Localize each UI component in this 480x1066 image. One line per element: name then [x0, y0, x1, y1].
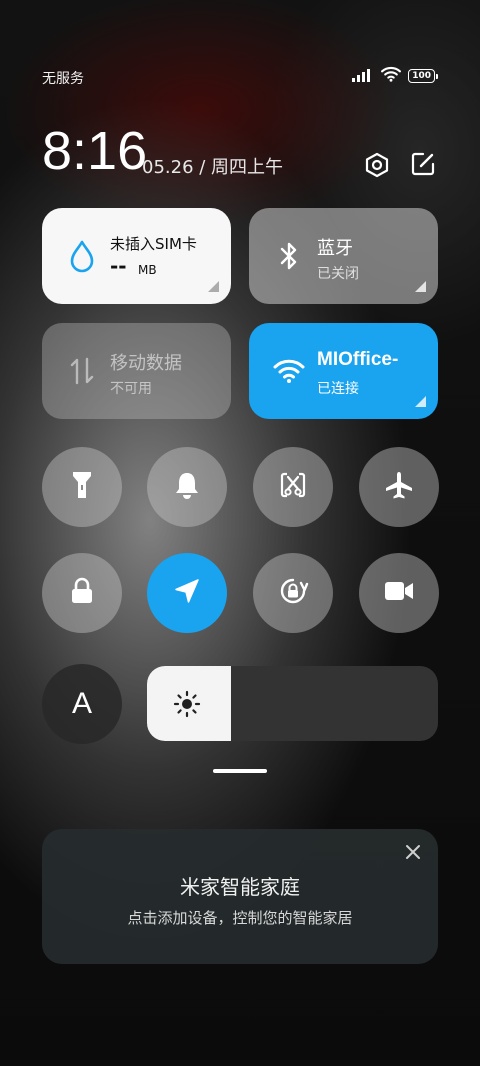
card-subtitle: 点击添加设备，控制您的智能家居	[127, 909, 353, 927]
wifi-icon	[380, 66, 402, 86]
close-icon[interactable]	[402, 841, 424, 863]
status-bar: 无服务 100	[42, 64, 438, 88]
bluetooth-icon	[273, 238, 305, 274]
settings-icon[interactable]	[362, 150, 392, 180]
status-icons: 100	[352, 66, 438, 86]
drag-handle[interactable]	[213, 769, 267, 773]
screenshot-toggle[interactable]	[253, 447, 333, 527]
airplane-mode-toggle[interactable]	[359, 447, 439, 527]
screenshot-icon	[279, 471, 307, 503]
clock-time: 8:16	[42, 121, 148, 181]
sound-toggle[interactable]	[147, 447, 227, 527]
bell-icon	[174, 471, 200, 503]
lock-screen-toggle[interactable]	[42, 553, 122, 633]
lock-icon	[70, 577, 94, 609]
card-title: 米家智能家庭	[180, 875, 300, 899]
battery-icon: 100	[408, 69, 438, 83]
location-toggle[interactable]	[147, 553, 227, 633]
location-icon	[173, 577, 201, 609]
mobile-data-tile[interactable]: 移动数据 不可用	[42, 323, 231, 419]
mobile-data-status: 不可用	[110, 381, 152, 397]
auto-brightness-toggle[interactable]: A	[42, 664, 122, 744]
sim-tile-title: 未插入SIM卡	[110, 235, 197, 253]
data-arrows-icon	[66, 353, 98, 389]
video-camera-icon	[384, 580, 414, 606]
sun-icon	[173, 690, 201, 718]
smart-home-card[interactable]: 米家智能家庭 点击添加设备，控制您的智能家居	[42, 829, 438, 964]
bluetooth-tile[interactable]: 蓝牙 已关闭	[249, 208, 438, 304]
flashlight-icon	[71, 470, 93, 504]
bluetooth-status: 已关闭	[317, 266, 359, 282]
data-usage-value: --	[110, 254, 127, 278]
data-usage-unit: MB	[138, 263, 157, 277]
bluetooth-title: 蓝牙	[317, 238, 353, 259]
clock-date: 05.26 / 周四上午	[142, 157, 284, 178]
wifi-network-name: MIOffice-	[317, 349, 399, 370]
auto-brightness-label: A	[71, 687, 92, 720]
brightness-slider[interactable]	[147, 666, 438, 741]
edit-icon[interactable]	[408, 149, 438, 179]
battery-level: 100	[408, 69, 435, 83]
airplane-icon	[384, 470, 414, 504]
wifi-icon	[273, 353, 305, 389]
wifi-status: 已连接	[317, 381, 359, 397]
mobile-data-title: 移动数据	[110, 353, 182, 374]
wifi-tile[interactable]: MIOffice- 已连接	[249, 323, 438, 419]
rotation-lock-toggle[interactable]	[253, 553, 333, 633]
rotation-lock-icon	[277, 575, 309, 611]
flashlight-toggle[interactable]	[42, 447, 122, 527]
sim-data-tile[interactable]: 未插入SIM卡 -- MB	[42, 208, 231, 304]
screen-record-toggle[interactable]	[359, 553, 439, 633]
water-drop-icon	[66, 238, 98, 274]
carrier-text: 无服务	[42, 71, 84, 87]
signal-icon	[352, 67, 374, 86]
